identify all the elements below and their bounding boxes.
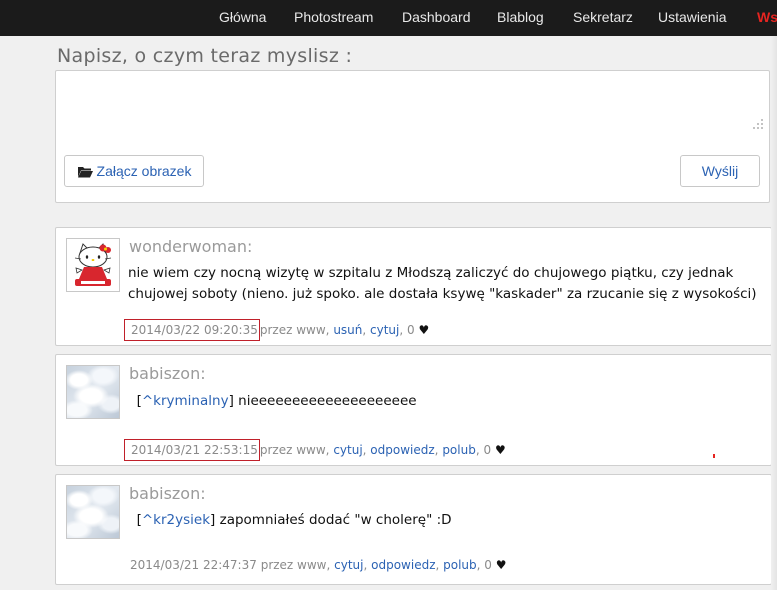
delete-link[interactable]: usuń bbox=[333, 323, 362, 337]
send-label: Wyślij bbox=[701, 163, 739, 179]
post-timestamp[interactable]: 2014/03/22 09:20:35 bbox=[124, 319, 260, 341]
send-button[interactable]: Wyślij bbox=[680, 155, 760, 187]
hello-kitty-icon bbox=[67, 239, 119, 291]
nav-item-glowna[interactable]: Główna bbox=[219, 9, 266, 25]
heart-icon[interactable]: ♥ bbox=[496, 558, 507, 572]
attach-image-button[interactable]: Załącz obrazek bbox=[64, 155, 204, 187]
post-text-content: nieeeeeeeeeeeeeeeeeeee bbox=[233, 393, 417, 409]
quote-link[interactable]: cytuj bbox=[333, 443, 362, 457]
resize-grip-icon[interactable] bbox=[752, 118, 764, 130]
top-navigation: Główna Photostream Dashboard Blablog Sek… bbox=[0, 0, 777, 36]
compose-textarea[interactable] bbox=[56, 71, 769, 137]
like-link[interactable]: polub bbox=[443, 558, 477, 572]
nav-item-sekretarz[interactable]: Sekretarz bbox=[573, 9, 633, 25]
post-via: przez www bbox=[259, 443, 326, 457]
avatar-clouds[interactable] bbox=[66, 365, 120, 419]
post-text: [^kryminalny] nieeeeeeeeeeeeeeeeeeee bbox=[128, 393, 417, 409]
like-count: 0 bbox=[484, 558, 492, 572]
nav-item-ustawienia[interactable]: Ustawienia bbox=[658, 9, 726, 25]
post-meta: 2014/03/22 09:20:35 przez www, usuń, cytu… bbox=[124, 319, 429, 341]
post-username[interactable]: babiszon: bbox=[129, 364, 206, 383]
post-via: przez www bbox=[259, 323, 326, 337]
quote-link[interactable]: cytuj bbox=[334, 558, 363, 572]
post-item: babiszon: [^kr2ysiek] zapomniałeś dodać … bbox=[55, 474, 772, 585]
nav-item-blablog[interactable]: Blablog bbox=[497, 9, 544, 25]
scroll-edge bbox=[771, 36, 777, 590]
post-text: [^kr2ysiek] zapomniałeś dodać "w cholerę… bbox=[128, 512, 452, 528]
compose-box: Załącz obrazek Wyślij bbox=[55, 70, 770, 203]
like-link[interactable]: polub bbox=[442, 443, 476, 457]
reply-link[interactable]: odpowiedz bbox=[370, 443, 434, 457]
user-tag-link[interactable]: ^kryminalny bbox=[142, 393, 229, 409]
user-tag-link[interactable]: ^kr2ysiek bbox=[142, 512, 210, 528]
post-text: nie wiem czy nocną wizytę w szpitalu z M… bbox=[128, 265, 757, 302]
post-timestamp[interactable]: 2014/03/21 22:53:15 bbox=[124, 439, 260, 461]
post-username[interactable]: wonderwoman: bbox=[129, 237, 252, 256]
heart-icon[interactable]: ♥ bbox=[495, 443, 506, 457]
avatar-hello-kitty[interactable] bbox=[66, 238, 120, 292]
post-text-content: zapomniałeś dodać "w cholerę" :D bbox=[215, 512, 452, 528]
post-item: wonderwoman: nie wiem czy nocną wizytę w… bbox=[55, 227, 772, 346]
nav-item-photostream[interactable]: Photostream bbox=[294, 9, 373, 25]
post-meta: 2014/03/21 22:47:37 przez www, cytuj, od… bbox=[130, 558, 507, 572]
post-username[interactable]: babiszon: bbox=[129, 484, 206, 503]
nav-item-wsp[interactable]: Wsp bbox=[757, 9, 777, 25]
red-marker bbox=[713, 454, 715, 458]
post-timestamp[interactable]: 2014/03/21 22:47:37 bbox=[130, 558, 257, 572]
post-via: przez www bbox=[260, 558, 327, 572]
folder-open-icon bbox=[77, 166, 93, 177]
post-meta: 2014/03/21 22:53:15 przez www, cytuj, odp… bbox=[124, 439, 506, 461]
like-count: 0 bbox=[483, 443, 492, 457]
quote-link[interactable]: cytuj bbox=[370, 323, 399, 337]
attach-image-label: Załącz obrazek bbox=[96, 163, 192, 179]
like-count: 0 bbox=[407, 323, 415, 337]
post-item: babiszon: [^kryminalny] nieeeeeeeeeeeeee… bbox=[55, 354, 772, 466]
compose-title: Napisz, o czym teraz myslisz : bbox=[57, 45, 353, 67]
nav-item-dashboard[interactable]: Dashboard bbox=[402, 9, 471, 25]
heart-icon[interactable]: ♥ bbox=[418, 323, 429, 337]
reply-link[interactable]: odpowiedz bbox=[371, 558, 435, 572]
avatar-clouds[interactable] bbox=[66, 485, 120, 539]
